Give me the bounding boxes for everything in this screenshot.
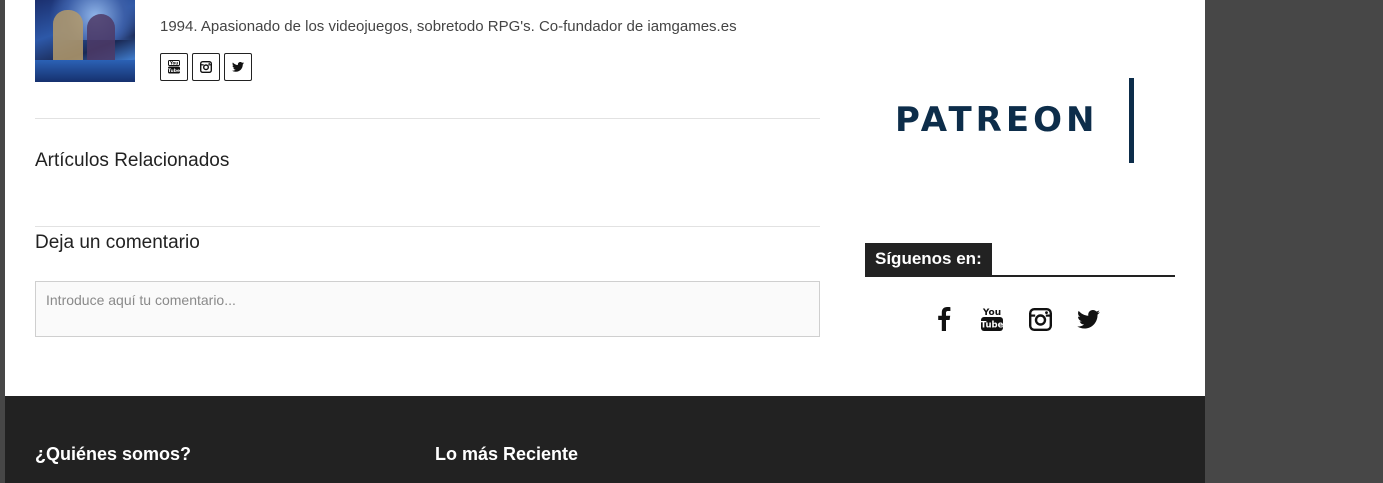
patreon-logo-bar xyxy=(1129,78,1134,163)
facebook-icon xyxy=(938,307,951,331)
svg-text:You: You xyxy=(169,61,178,66)
patreon-logo: PATREON xyxy=(895,100,1099,140)
svg-text:Tube: Tube xyxy=(981,321,1003,331)
youtube-icon: You Tube xyxy=(981,308,1003,331)
follow-us-icons: You Tube xyxy=(930,305,1102,333)
footer-about-heading: ¿Quiénes somos? xyxy=(35,444,192,464)
svg-text:Tube: Tube xyxy=(168,68,180,74)
instagram-icon xyxy=(200,61,212,73)
author-instagram-button[interactable] xyxy=(192,53,220,81)
comment-box xyxy=(35,281,820,337)
patreon-banner[interactable]: PATREON xyxy=(895,78,1140,164)
footer-recent-heading: Lo más Reciente xyxy=(435,444,579,464)
svg-text:You: You xyxy=(982,308,1001,318)
youtube-link[interactable]: You Tube xyxy=(978,305,1006,333)
divider xyxy=(35,118,820,119)
author-social-links: You Tube xyxy=(160,53,252,81)
author-youtube-button[interactable]: You Tube xyxy=(160,53,188,81)
author-twitter-button[interactable] xyxy=(224,53,252,81)
author-avatar[interactable] xyxy=(35,0,135,82)
follow-us-title: Síguenos en: xyxy=(865,243,992,275)
comment-heading: Deja un comentario xyxy=(35,232,200,253)
site-footer: ¿Quiénes somos? Lo más Reciente xyxy=(5,396,1205,483)
youtube-icon: You Tube xyxy=(168,60,180,74)
twitter-link[interactable] xyxy=(1074,305,1102,333)
divider xyxy=(35,226,820,227)
instagram-icon xyxy=(1028,307,1052,331)
twitter-icon xyxy=(1076,309,1100,329)
follow-us-header: Síguenos en: xyxy=(865,243,1175,277)
instagram-link[interactable] xyxy=(1026,305,1054,333)
twitter-icon xyxy=(232,62,244,72)
comment-input[interactable] xyxy=(46,292,809,328)
facebook-link[interactable] xyxy=(930,305,958,333)
author-bio: 1994. Apasionado de los videojuegos, sob… xyxy=(160,18,737,35)
related-articles-heading: Artículos Relacionados xyxy=(35,150,230,171)
